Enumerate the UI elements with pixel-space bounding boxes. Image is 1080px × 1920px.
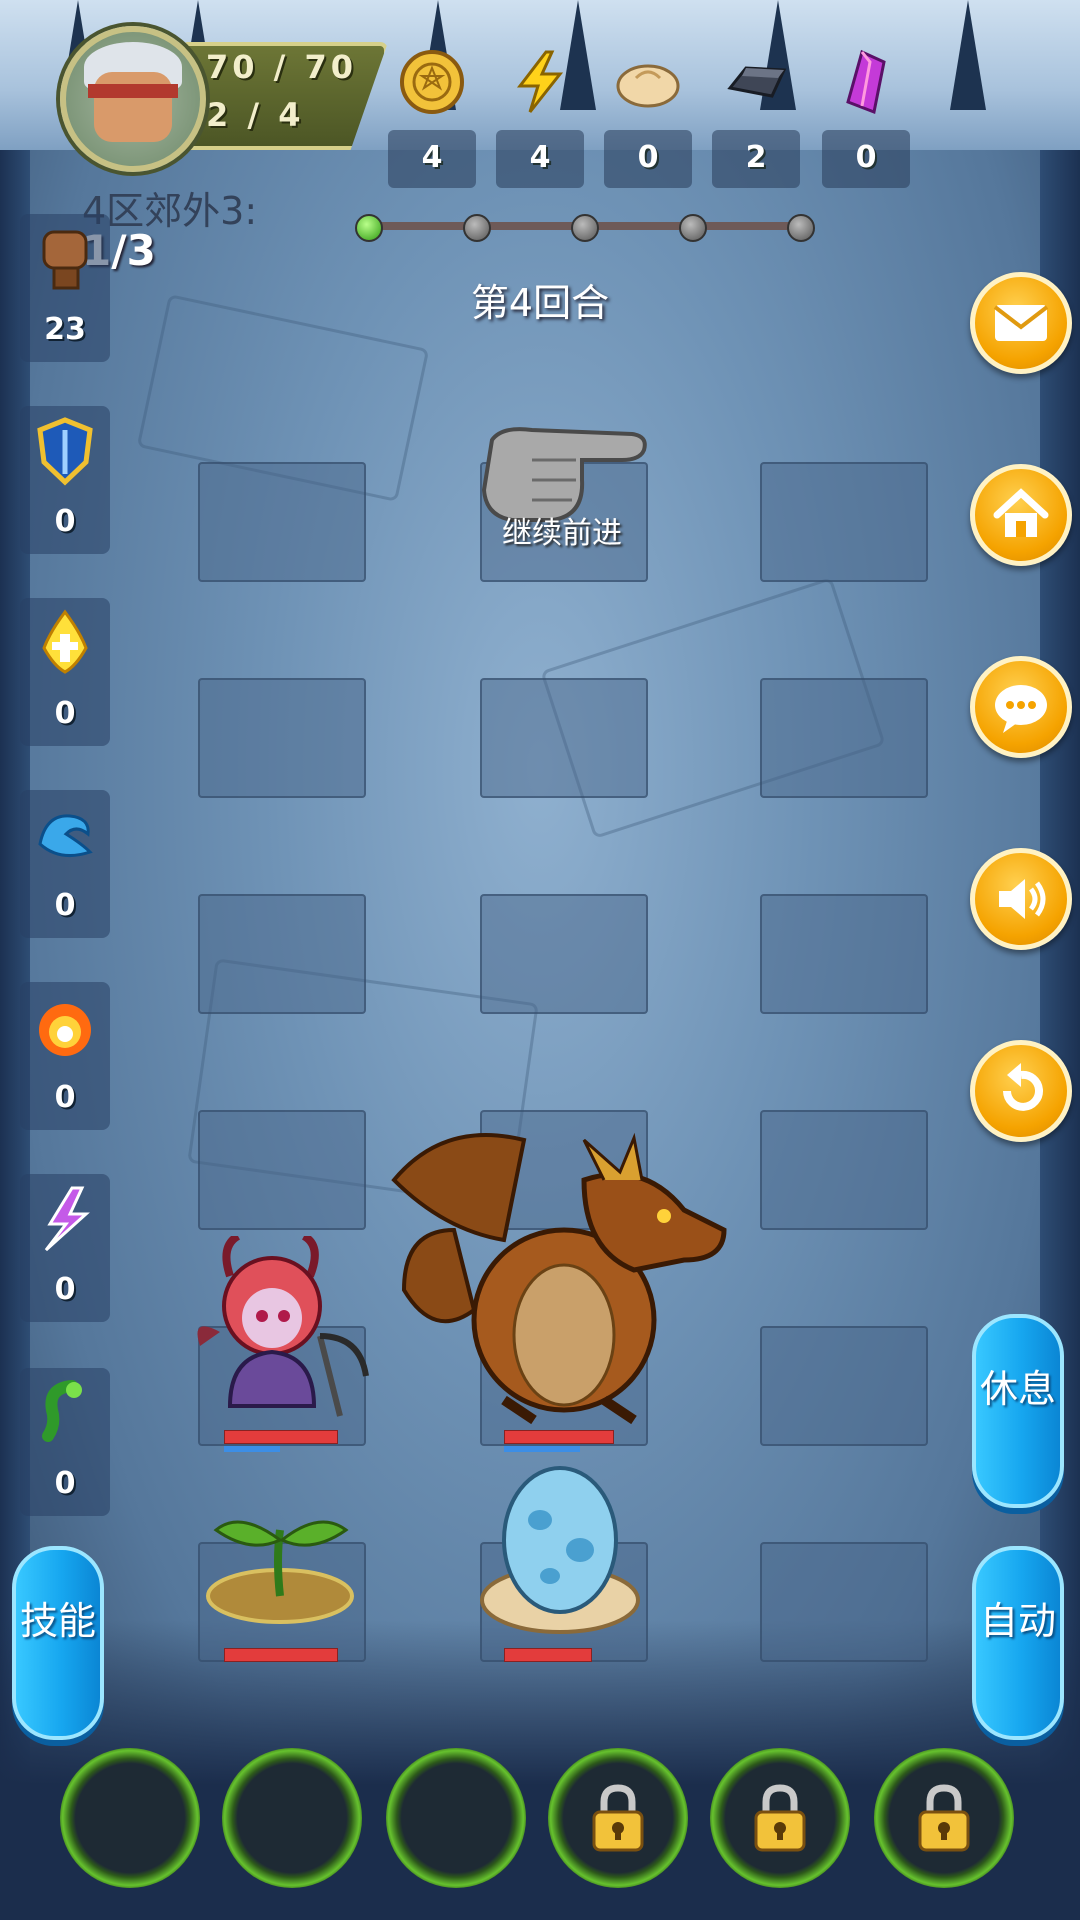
element-shield[interactable]: 0 xyxy=(20,406,110,554)
grid-cell[interactable] xyxy=(198,462,366,582)
grid-cell[interactable] xyxy=(760,462,928,582)
crystal-gem-icon xyxy=(846,49,886,115)
element-value: 0 xyxy=(54,504,76,539)
egg-unit[interactable] xyxy=(470,1460,650,1640)
grid-cell[interactable] xyxy=(480,678,648,798)
chat-button[interactable] xyxy=(970,656,1072,758)
grid-cell[interactable] xyxy=(480,894,648,1014)
dragon-mp-bar xyxy=(504,1446,580,1452)
element-value: 0 xyxy=(54,1080,76,1115)
shield-icon xyxy=(37,417,93,486)
avatar-headband xyxy=(88,84,178,98)
resource-value: 0 xyxy=(855,140,877,175)
resource-value: 0 xyxy=(637,140,659,175)
iron-ingot-icon xyxy=(727,66,787,98)
pine-tree xyxy=(950,0,986,110)
skill-slot-locked[interactable] xyxy=(874,1748,1014,1888)
mail-button[interactable] xyxy=(970,272,1072,374)
holy-light-icon xyxy=(42,609,88,674)
element-value: 0 xyxy=(54,696,76,731)
element-holy[interactable]: 0 xyxy=(20,598,110,746)
grid-cell[interactable] xyxy=(198,678,366,798)
demon-girl-mp-bar xyxy=(224,1446,280,1452)
resource-gold: 4 xyxy=(388,40,476,188)
skill-slot[interactable] xyxy=(386,1748,526,1888)
wave-node xyxy=(463,214,491,242)
round-counter: 第4回合 xyxy=(470,281,610,325)
back-icon xyxy=(1003,1063,1043,1111)
element-value: 0 xyxy=(54,1272,76,1307)
element-water[interactable]: 0 xyxy=(20,790,110,938)
demon-girl-unit[interactable] xyxy=(190,1236,370,1426)
wave-node xyxy=(571,214,599,242)
grid-cell[interactable] xyxy=(760,1326,928,1446)
resource-value: 2 xyxy=(745,140,767,175)
egg-hp-bar xyxy=(504,1648,592,1662)
grid-cell[interactable] xyxy=(198,894,366,1014)
rest-label: 休息 xyxy=(979,1367,1056,1411)
sound-button[interactable] xyxy=(970,848,1072,950)
wave-node xyxy=(787,214,815,242)
element-value: 0 xyxy=(54,1466,76,1501)
demon-girl-hp-bar xyxy=(224,1430,338,1444)
poison-worm-icon xyxy=(42,1380,82,1442)
skill-slot-locked[interactable] xyxy=(548,1748,688,1888)
lock-icon xyxy=(592,1784,644,1852)
grid-cell[interactable] xyxy=(760,678,928,798)
mail-icon xyxy=(993,305,1049,341)
resource-crystal: 0 xyxy=(822,40,910,188)
game-screen: 70 / 70 2 / 4 4 4 0 2 0 4区郊外3: 1/3 第4回合 xyxy=(0,0,1080,1920)
auto-label: 自动 xyxy=(979,1599,1056,1643)
skill-label: 技能 xyxy=(19,1599,96,1643)
rest-button[interactable]: 休息 xyxy=(972,1314,1064,1508)
element-lightning[interactable]: 0 xyxy=(20,1174,110,1322)
skill-slot-locked[interactable] xyxy=(710,1748,850,1888)
sprout-unit[interactable] xyxy=(200,1500,360,1630)
element-poison[interactable]: 0 xyxy=(20,1368,110,1516)
home-button[interactable] xyxy=(970,464,1072,566)
chat-icon xyxy=(995,685,1047,733)
element-fire[interactable]: 0 xyxy=(20,982,110,1130)
home-icon xyxy=(993,488,1049,537)
grid-cell[interactable] xyxy=(760,894,928,1014)
skill-slot[interactable] xyxy=(222,1748,362,1888)
resource-value: 4 xyxy=(529,140,551,175)
gold-coin-icon xyxy=(400,50,464,114)
skill-slot[interactable] xyxy=(60,1748,200,1888)
water-wave-icon xyxy=(38,814,93,858)
element-value: 23 xyxy=(44,312,86,347)
back-button[interactable] xyxy=(970,1040,1072,1142)
resource-food: 0 xyxy=(604,40,692,188)
resource-energy: 4 xyxy=(496,40,584,188)
player-avatar[interactable] xyxy=(60,26,206,172)
player-hp: 70 / 70 xyxy=(206,48,358,86)
resource-iron: 2 xyxy=(712,40,800,188)
bun-food-icon xyxy=(616,64,680,108)
dragon-hp-bar xyxy=(504,1430,614,1444)
skill-button[interactable]: 技能 xyxy=(12,1546,104,1740)
wave-node xyxy=(355,214,383,242)
grid-cell[interactable] xyxy=(760,1542,928,1662)
dragon-unit[interactable] xyxy=(384,1120,744,1440)
fire-icon xyxy=(39,1004,91,1056)
lock-icon xyxy=(918,1784,970,1852)
fist-attack-icon xyxy=(42,230,88,290)
player-level: 2 / 4 xyxy=(206,96,305,134)
auto-button[interactable]: 自动 xyxy=(972,1546,1064,1740)
wave-node xyxy=(679,214,707,242)
sprout-hp-bar xyxy=(224,1648,338,1662)
lightning-purple-icon xyxy=(44,1186,90,1252)
lightning-energy-icon xyxy=(516,50,564,113)
element-value: 0 xyxy=(54,888,76,923)
sound-icon xyxy=(999,879,1046,919)
resource-value: 4 xyxy=(421,140,443,175)
grid-cell[interactable] xyxy=(198,1110,366,1230)
lock-icon xyxy=(754,1784,806,1852)
continue-button[interactable]: 继续前进 xyxy=(476,508,648,552)
element-attack[interactable]: 23 xyxy=(20,214,110,362)
grid-cell[interactable] xyxy=(760,1110,928,1230)
avatar-face xyxy=(94,72,172,142)
